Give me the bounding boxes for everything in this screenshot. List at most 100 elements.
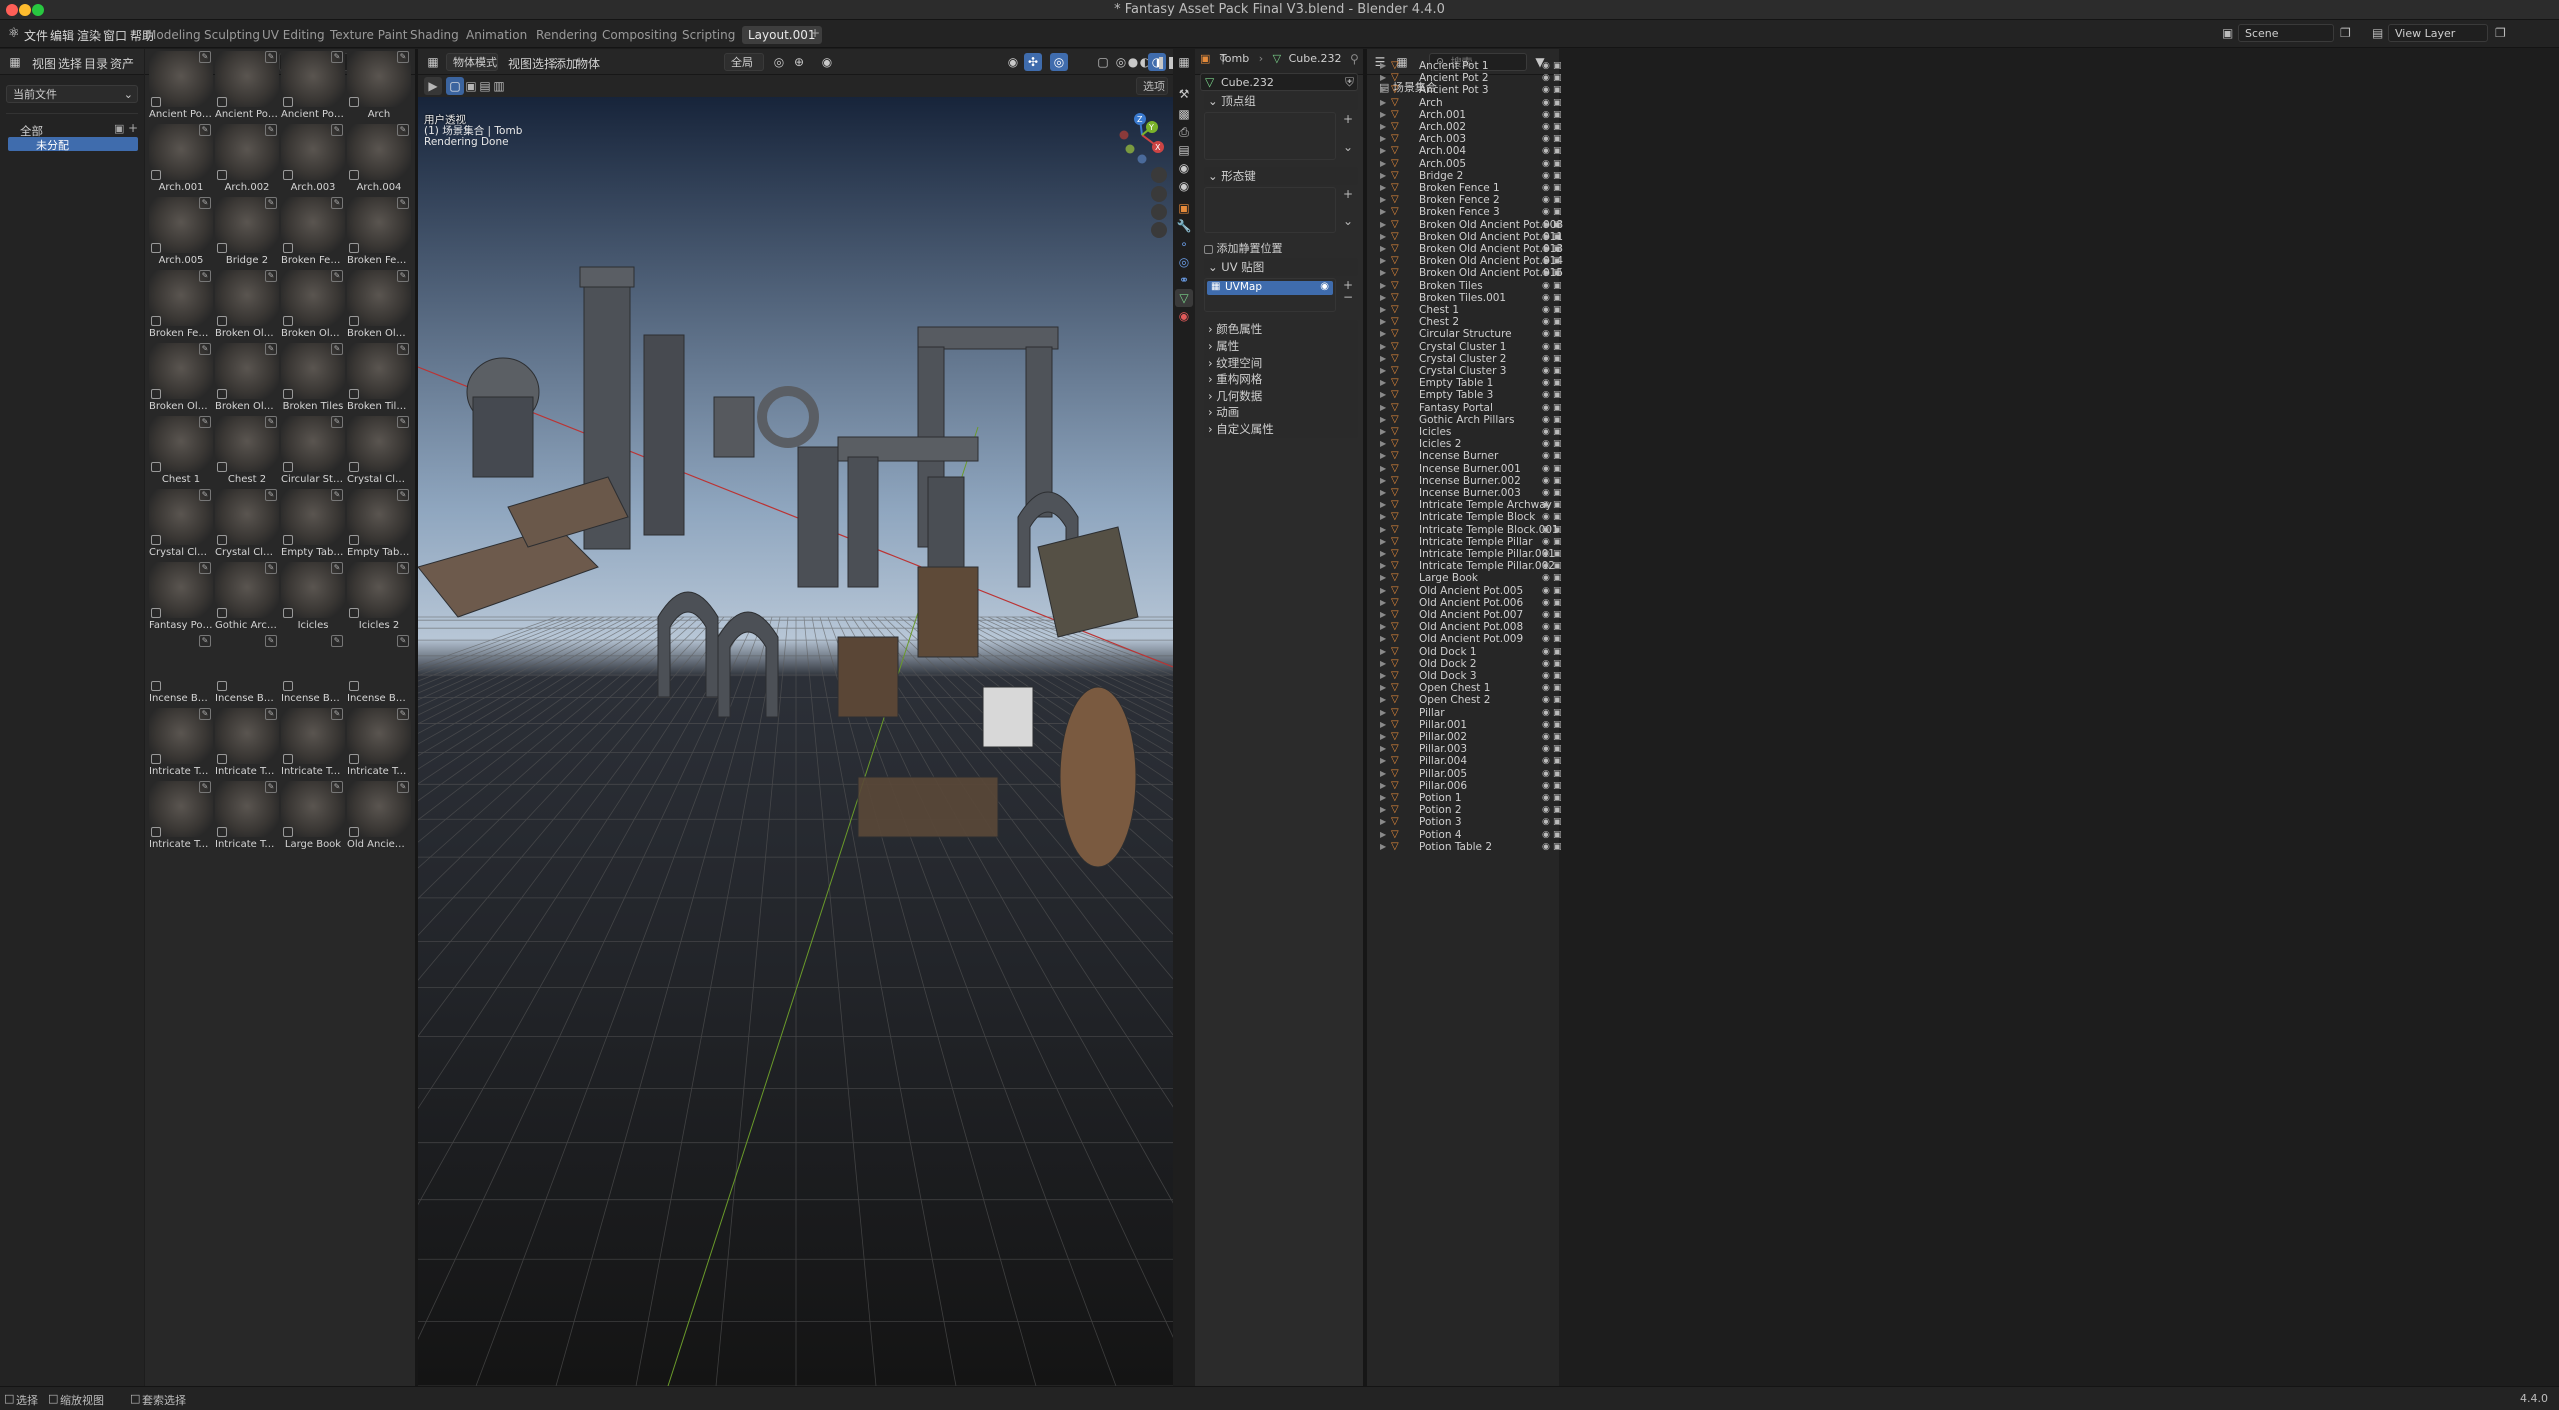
expand-arrow-icon[interactable]: ▶ (1380, 816, 1386, 828)
asset-select-checkbox[interactable] (151, 535, 161, 545)
asset-select-checkbox[interactable] (151, 170, 161, 180)
camera-icon[interactable]: ▣ (1553, 267, 1562, 279)
outliner-item[interactable]: ▶ ▽ Incense Burner.002 ◉ ▣ (1376, 475, 1562, 487)
camera-icon[interactable]: ▣ (1553, 743, 1562, 755)
eye-icon[interactable]: ◉ (1542, 72, 1550, 84)
camera-icon[interactable]: ▣ (1553, 487, 1562, 499)
asset-tile[interactable]: ✎ Incense Burner.0... (281, 635, 345, 707)
editor-type-icon[interactable]: ▦ (6, 53, 24, 71)
camera-icon[interactable]: ▣ (1553, 524, 1562, 536)
camera-icon[interactable]: ▣ (1553, 316, 1562, 328)
asset-edit-icon[interactable]: ✎ (199, 343, 211, 355)
asset-tile[interactable]: ✎ Arch.001 (149, 124, 213, 196)
outliner-item[interactable]: ▶ ▽ Open Chest 2 ◉ ▣ (1376, 694, 1562, 706)
eye-icon[interactable]: ◉ (1542, 511, 1550, 523)
asset-tile[interactable]: ✎ Intricate Temple ... (215, 781, 279, 853)
asset-edit-icon[interactable]: ✎ (199, 708, 211, 720)
gizmo-toggle-icon[interactable]: ✣ (1024, 53, 1042, 71)
outliner-item[interactable]: ▶ ▽ Arch.003 ◉ ▣ (1376, 133, 1562, 145)
asset-edit-icon[interactable]: ✎ (397, 708, 409, 720)
view-layer-selector[interactable]: View Layer (2388, 24, 2488, 42)
asset-tile[interactable]: ✎ Broken Fence 2 (347, 197, 411, 269)
viewport-menu-add[interactable]: 添加 (554, 55, 578, 72)
expand-arrow-icon[interactable]: ▶ (1380, 353, 1386, 365)
render-uv-camera-icon[interactable]: ◉ (1320, 281, 1329, 292)
eye-icon[interactable]: ◉ (1542, 438, 1550, 450)
asset-select-checkbox[interactable] (217, 170, 227, 180)
asset-select-checkbox[interactable] (151, 316, 161, 326)
outliner-item[interactable]: ▶ ▽ Crystal Cluster 2 ◉ ▣ (1376, 353, 1562, 365)
asset-tile[interactable]: ✎ Ancient Pot 3 (281, 51, 345, 123)
outliner-item[interactable]: ▶ ▽ Broken Tiles ◉ ▣ (1376, 280, 1562, 292)
asset-tile[interactable]: ✎ Broken Fence 3 (149, 270, 213, 342)
new-view-layer-icon[interactable]: ❐ (2495, 26, 2506, 40)
camera-icon[interactable]: ▣ (1553, 194, 1562, 206)
asset-library-selector[interactable]: 当前文件 ⌄ (6, 85, 138, 103)
eye-icon[interactable]: ◉ (1542, 304, 1550, 316)
outliner-item[interactable]: ▶ ▽ Pillar.004 ◉ ▣ (1376, 755, 1562, 767)
expand-arrow-icon[interactable]: ▶ (1380, 60, 1386, 72)
asset-tile[interactable]: ✎ Old Ancient Pot.... (347, 781, 411, 853)
camera-icon[interactable]: ▣ (1553, 572, 1562, 584)
camera-icon[interactable]: ▣ (1553, 72, 1562, 84)
asset-select-checkbox[interactable] (151, 389, 161, 399)
perspective-toggle-icon[interactable] (1151, 222, 1167, 238)
world-tab-icon[interactable]: ◉ (1175, 177, 1193, 195)
asset-edit-icon[interactable]: ✎ (199, 489, 211, 501)
expand-arrow-icon[interactable]: ▶ (1380, 182, 1386, 194)
expand-arrow-icon[interactable]: ▶ (1380, 829, 1386, 841)
asset-tile[interactable]: ✎ Broken Tiles (281, 343, 345, 415)
overlay-toggle-icon[interactable]: ◎ (1050, 53, 1068, 71)
physics-tab-icon[interactable]: ◎ (1175, 253, 1193, 271)
asset-edit-icon[interactable]: ✎ (265, 635, 277, 647)
object-tab-icon[interactable]: ▣ (1175, 199, 1193, 217)
material-tab-icon[interactable]: ◉ (1175, 307, 1193, 325)
outliner-item[interactable]: ▶ ▽ Icicles ◉ ▣ (1376, 426, 1562, 438)
expand-arrow-icon[interactable]: ▶ (1380, 524, 1386, 536)
expand-arrow-icon[interactable]: ▶ (1380, 548, 1386, 560)
camera-icon[interactable]: ▣ (1553, 694, 1562, 706)
asset-tile[interactable]: ✎ Intricate Temple ... (215, 708, 279, 780)
table[interactable] (837, 636, 899, 718)
outliner-item[interactable]: ▶ ▽ Empty Table 1 ◉ ▣ (1376, 377, 1562, 389)
asset-edit-icon[interactable]: ✎ (265, 197, 277, 209)
camera-icon[interactable]: ▣ (1553, 475, 1562, 487)
camera-icon[interactable]: ▣ (1553, 341, 1562, 353)
outliner-item[interactable]: ▶ ▽ Intricate Temple Pillar.001 ◉ ▣ (1376, 548, 1562, 560)
camera-icon[interactable]: ▣ (1553, 328, 1562, 340)
eye-icon[interactable]: ◉ (1542, 231, 1550, 243)
outliner-item[interactable]: ▶ ▽ Intricate Temple Pillar.002 ◉ ▣ (1376, 560, 1562, 572)
asset-select-checkbox[interactable] (283, 535, 293, 545)
expand-arrow-icon[interactable]: ▶ (1380, 768, 1386, 780)
camera-icon[interactable]: ▣ (1553, 426, 1562, 438)
asset-edit-icon[interactable]: ✎ (265, 708, 277, 720)
expand-arrow-icon[interactable]: ▶ (1380, 719, 1386, 731)
proportional-edit-icon[interactable]: ◉ (818, 53, 836, 71)
camera-icon[interactable]: ▣ (1553, 304, 1562, 316)
asset-tile[interactable]: ✎ Incense Burner.0... (215, 635, 279, 707)
eye-icon[interactable]: ◉ (1542, 402, 1550, 414)
asset-select-checkbox[interactable] (151, 754, 161, 764)
asset-select-checkbox[interactable] (283, 316, 293, 326)
temple-block[interactable] (713, 396, 755, 458)
eye-icon[interactable]: ◉ (1542, 341, 1550, 353)
expand-arrow-icon[interactable]: ▶ (1380, 658, 1386, 670)
outliner-item[interactable]: ▶ ▽ Broken Old Ancient Pot.008 ◉ ▣ (1376, 219, 1563, 231)
eye-icon[interactable]: ◉ (1542, 450, 1550, 462)
asset-edit-icon[interactable]: ✎ (331, 416, 343, 428)
expand-arrow-icon[interactable]: ▶ (1380, 402, 1386, 414)
asset-edit-icon[interactable]: ✎ (265, 270, 277, 282)
camera-icon[interactable]: ▣ (1553, 60, 1562, 72)
pause-render-icon[interactable]: ❚❚ (1156, 53, 1173, 71)
outliner-item[interactable]: ▶ ▽ Large Book ◉ ▣ (1376, 572, 1562, 584)
outliner-item[interactable]: ▶ ▽ Pillar ◉ ▣ (1376, 707, 1562, 719)
vertex-group-menu-icon[interactable]: ⌄ (1343, 140, 1353, 154)
archway-top[interactable] (917, 326, 1059, 350)
expand-arrow-icon[interactable]: ▶ (1380, 755, 1386, 767)
asset-edit-icon[interactable]: ✎ (397, 489, 409, 501)
asset-edit-icon[interactable]: ✎ (199, 197, 211, 209)
expand-arrow-icon[interactable]: ▶ (1380, 243, 1386, 255)
camera-icon[interactable]: ▣ (1553, 597, 1562, 609)
asset-select-checkbox[interactable] (283, 97, 293, 107)
asset-select-checkbox[interactable] (283, 754, 293, 764)
